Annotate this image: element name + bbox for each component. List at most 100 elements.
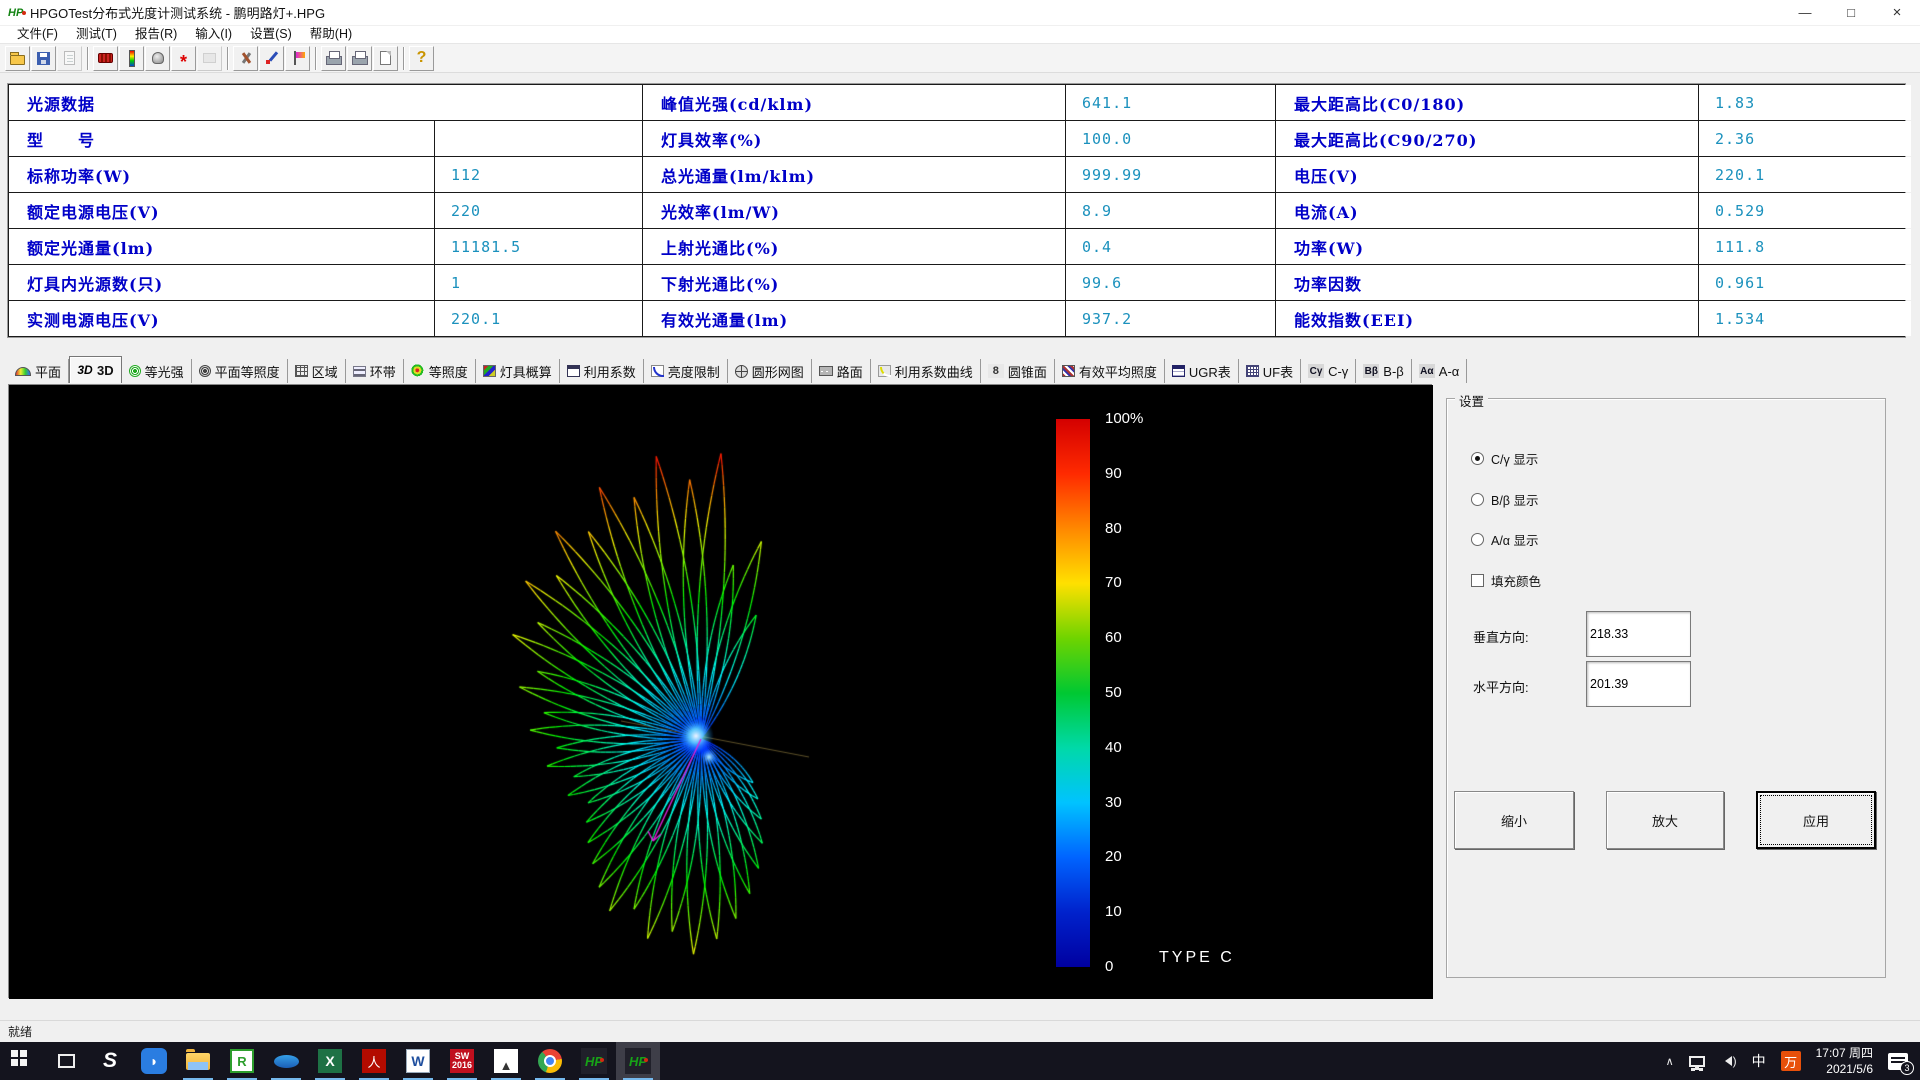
tab-利用系数曲线[interactable]: 利用系数曲线 [871, 359, 981, 383]
hpgo-app-taskbar-button[interactable]: HP [572, 1042, 616, 1080]
tab-平面等照度[interactable]: 平面等照度 [192, 359, 288, 383]
tab-UF表[interactable]: UF表 [1239, 359, 1301, 383]
fill-color-checkbox-row[interactable]: 填充颜色 [1471, 571, 1541, 590]
radio-b-beta-label: B/β 显示 [1491, 490, 1538, 509]
solidworks-taskbar-button[interactable]: SW2016 [440, 1042, 484, 1080]
radio-button-icon[interactable] [1471, 533, 1484, 546]
save-button[interactable] [31, 46, 56, 71]
radio-b-beta[interactable]: B/β 显示 [1471, 490, 1538, 509]
file-explorer-icon [186, 1053, 210, 1070]
menu-item-0[interactable]: 文件(F) [8, 26, 67, 43]
edit-pen-button[interactable] [259, 46, 284, 71]
chrome-taskbar-button[interactable] [528, 1042, 572, 1080]
menu-item-4[interactable]: 设置(S) [241, 26, 301, 43]
three-d-icon: 3D [77, 363, 93, 377]
open-file-button[interactable] [5, 46, 30, 71]
clock[interactable]: 17:07 周四 2021/5/6 [1816, 1045, 1873, 1077]
measure-start-button[interactable]: * [171, 46, 196, 71]
luminance-limit-icon [651, 365, 664, 377]
ime-indicator[interactable]: 中 [1752, 1051, 1766, 1071]
tab-label: 有效平均照度 [1079, 362, 1157, 381]
tab-平面[interactable]: 平面 [8, 359, 69, 383]
tab-亮度限制[interactable]: 亮度限制 [644, 359, 728, 383]
tab-圆形网图[interactable]: 圆形网图 [728, 359, 812, 383]
table-label: 光效率(lm/W) [643, 193, 1065, 228]
acrobat-taskbar-button[interactable]: 人 [352, 1042, 396, 1080]
sogou-browser-taskbar-button[interactable]: S [88, 1042, 132, 1080]
photometric-3d-canvas[interactable] [9, 385, 1433, 999]
hpgo-app-icon: HP [581, 1048, 607, 1074]
zoom-in-button[interactable]: 放大 [1606, 791, 1724, 849]
tools-button[interactable] [233, 46, 258, 71]
tab-路面[interactable]: 路面 [812, 359, 871, 383]
table-value: 1.83 [1699, 85, 1911, 120]
tab-环带[interactable]: 环带 [346, 359, 404, 383]
tab-A-α[interactable]: AαA-α [1412, 359, 1468, 383]
radio-c-gamma[interactable]: C/γ 显示 [1471, 449, 1538, 468]
horizontal-direction-input[interactable] [1586, 661, 1691, 707]
help-button[interactable]: ? [409, 46, 434, 71]
print-button[interactable] [347, 46, 372, 71]
thunder-app-taskbar-button[interactable]: ◗ [132, 1042, 176, 1080]
menu-item-1[interactable]: 测试(T) [67, 26, 126, 43]
tab-3D[interactable]: 3D3D [69, 356, 122, 383]
sogou-browser-icon: S [103, 1049, 117, 1073]
table-label: 电流(A) [1276, 193, 1698, 228]
notification-center-icon[interactable]: 3 [1888, 1053, 1908, 1070]
tab-利用系数[interactable]: 利用系数 [560, 359, 644, 383]
close-button[interactable]: × [1874, 0, 1920, 26]
tab-label: 环带 [370, 362, 396, 381]
baidu-netdisk-taskbar-button[interactable] [264, 1042, 308, 1080]
maximize-button[interactable]: □ [1828, 0, 1874, 26]
apply-button[interactable]: 应用 [1756, 791, 1876, 849]
tab-区域[interactable]: 区域 [288, 359, 346, 383]
toolbar-separator [227, 47, 229, 70]
menu-item-5[interactable]: 帮助(H) [301, 26, 361, 43]
window-title: HPGOTest分布式光度计测试系统 - 鹏明路灯+.HPG [30, 3, 325, 22]
beam-type-label: TYPE C [1159, 949, 1235, 967]
edit-pen-icon [265, 51, 279, 65]
colorbar-label: 100% [1105, 410, 1175, 428]
tab-等光强[interactable]: 等光强 [122, 359, 192, 383]
tab-UGR表[interactable]: UGR表 [1165, 359, 1239, 383]
ugr-table-icon [1172, 365, 1185, 377]
word-taskbar-button[interactable]: W [396, 1042, 440, 1080]
excel-taskbar-button[interactable]: X [308, 1042, 352, 1080]
tab-B-β[interactable]: BβB-β [1356, 359, 1411, 383]
start-button[interactable] [0, 1042, 44, 1080]
photos-taskbar-button[interactable]: ▲ [484, 1042, 528, 1080]
zoom-out-button[interactable]: 缩小 [1454, 791, 1574, 849]
menu-item-3[interactable]: 输入(I) [186, 26, 241, 43]
minimize-button[interactable]: — [1782, 0, 1828, 26]
table-value: 100.0 [1066, 121, 1275, 156]
thermometer-button[interactable] [119, 46, 144, 71]
tab-C-γ[interactable]: CγC-γ [1301, 359, 1356, 383]
sogou-ime-icon[interactable]: 万 [1781, 1051, 1801, 1071]
network-icon[interactable] [1689, 1056, 1705, 1067]
photometer-button[interactable] [93, 46, 118, 71]
hpgo-app-active-taskbar-button[interactable]: HP [616, 1042, 660, 1080]
checkbox-icon[interactable] [1471, 574, 1484, 587]
taskbar: S ◗ R X人WSW2016▲ HP HP ∧ ) 中 万 17:07 周四 2021/… [0, 1042, 1920, 1080]
vertical-direction-input[interactable] [1586, 611, 1691, 657]
r-app-taskbar-button[interactable]: R [220, 1042, 264, 1080]
goniometer-lamp-button[interactable] [145, 46, 170, 71]
radio-a-alpha[interactable]: A/α 显示 [1471, 530, 1539, 549]
tab-有效平均照度[interactable]: 有效平均照度 [1055, 359, 1165, 383]
tab-label: A-α [1439, 364, 1460, 379]
volume-icon[interactable]: ) [1720, 1054, 1737, 1068]
tab-等照度[interactable]: 等照度 [404, 359, 476, 383]
hidden-icons-chevron[interactable]: ∧ [1666, 1055, 1674, 1068]
file-explorer-taskbar-button[interactable] [176, 1042, 220, 1080]
print-setup-button[interactable] [321, 46, 346, 71]
tab-圆锥面[interactable]: 8圆锥面 [981, 359, 1055, 383]
task-view-button[interactable] [44, 1042, 88, 1080]
effective-avg-illuminance-icon [1062, 365, 1075, 377]
export-page-button[interactable] [373, 46, 398, 71]
table-value: 641.1 [1066, 85, 1275, 120]
color-flag-button[interactable] [285, 46, 310, 71]
radio-button-icon[interactable] [1471, 493, 1484, 506]
menu-item-2[interactable]: 报告(R) [126, 26, 186, 43]
tab-灯具概算[interactable]: 灯具概算 [476, 359, 560, 383]
radio-button-icon[interactable] [1471, 452, 1484, 465]
